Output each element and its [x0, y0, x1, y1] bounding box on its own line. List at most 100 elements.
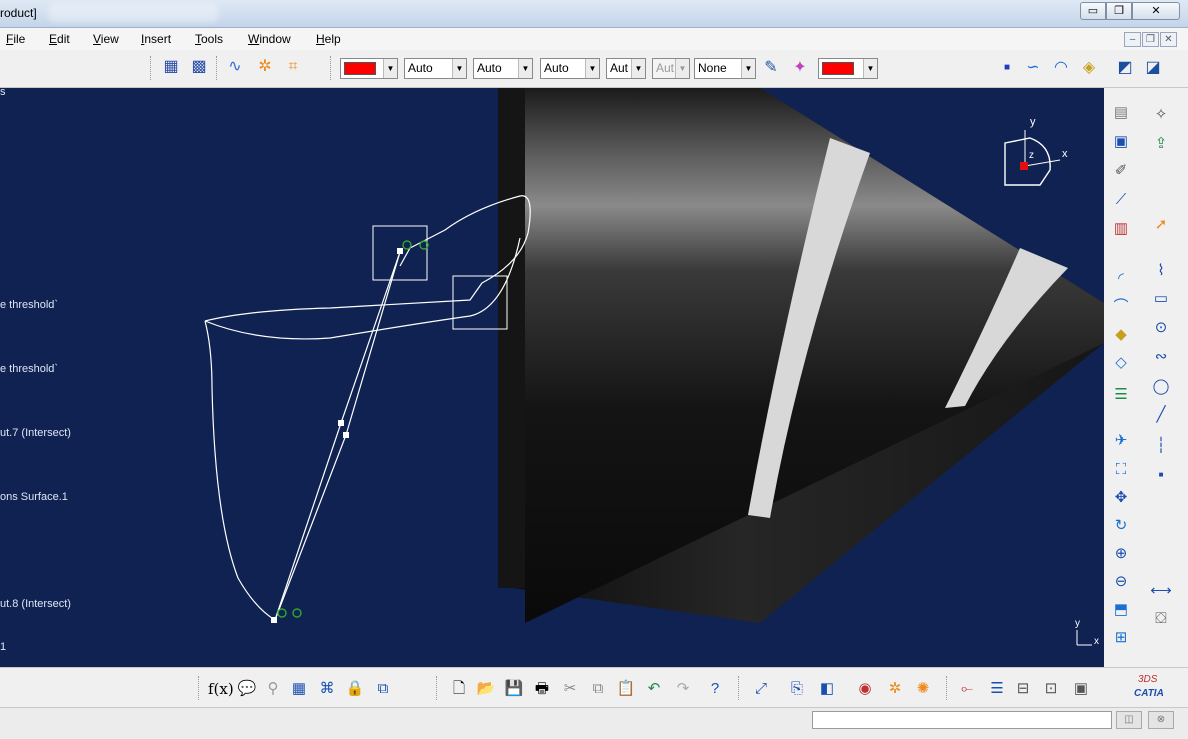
dimension-icon[interactable]: ⌗ — [282, 56, 304, 78]
trim-icon[interactable]: ⟋ — [1110, 189, 1132, 211]
analysis-icon[interactable]: ⛋ — [1150, 608, 1172, 630]
sketch-curves[interactable] — [204, 195, 531, 621]
zoom-out-icon[interactable]: ⊖ — [1110, 571, 1132, 593]
surface-icon[interactable]: ◠ — [1050, 57, 1072, 79]
quick-select-icon[interactable]: ✺ — [912, 678, 934, 700]
tree-label[interactable]: ons Surface.1 — [0, 491, 68, 503]
fit-all-icon[interactable]: ⛶ — [1110, 459, 1132, 481]
maximize-button[interactable]: ❐ — [1106, 2, 1132, 20]
thickness-combo[interactable]: Auto ▼ — [473, 58, 533, 79]
knowledge-icon[interactable]: ⧉ — [372, 678, 394, 700]
sketch-lock-icon[interactable]: 🔒 — [344, 678, 366, 700]
pan-icon[interactable]: ✥ — [1110, 487, 1132, 509]
comment-icon[interactable]: 💬 — [236, 678, 258, 700]
3d-viewport[interactable]: s e threshold` e threshold` ut.7 (Inters… — [0, 88, 1104, 667]
tree-label[interactable]: s — [0, 88, 6, 98]
tree-label[interactable]: ut.7 (Intersect) — [0, 427, 71, 439]
undo-icon[interactable]: ↶ — [643, 678, 665, 700]
minimize-button[interactable]: ▭ — [1080, 2, 1106, 20]
measure-icon[interactable]: ☰ — [1110, 384, 1132, 406]
fly-mode-icon[interactable]: ✈ — [1110, 430, 1132, 452]
sketch-analysis-icon[interactable]: ∿ — [224, 56, 246, 78]
toolbar-grip[interactable] — [216, 56, 219, 80]
status-toggle-button[interactable]: ◫ — [1116, 711, 1142, 729]
status-cancel-button[interactable]: ⊗ — [1148, 711, 1174, 729]
toolbar-grip[interactable] — [738, 676, 741, 700]
chamfer-icon[interactable]: ▥ — [1110, 218, 1132, 240]
toolbar-grip[interactable] — [150, 56, 153, 80]
circle-icon[interactable]: ⊙ — [1150, 317, 1172, 339]
tree-label[interactable]: 1 — [0, 641, 6, 653]
control-point[interactable] — [343, 432, 349, 438]
grid-icon[interactable]: ▦ — [160, 56, 182, 78]
zoom-in-icon[interactable]: ⊕ — [1110, 543, 1132, 565]
transform-icon[interactable]: ◆ — [1110, 324, 1132, 346]
point-combo[interactable]: Aut ▼ — [606, 58, 646, 79]
multi-view-icon[interactable]: ◩ — [1114, 57, 1136, 79]
toolbar-grip[interactable] — [330, 56, 333, 80]
transparency-combo[interactable]: Aut ▼ — [652, 58, 690, 79]
paste-icon[interactable]: 📋 — [615, 678, 637, 700]
lock-icon[interactable]: ⚲ — [262, 678, 284, 700]
hide-show-icon[interactable]: ◉ — [854, 678, 876, 700]
linetype2-combo[interactable]: Auto ▼ — [540, 58, 600, 79]
copy-icon[interactable]: ⧉ — [587, 678, 609, 700]
tree-label[interactable]: ut.8 (Intersect) — [0, 598, 71, 610]
spline-icon[interactable]: ∽ — [1022, 57, 1044, 79]
menu-file[interactable]: File — [6, 32, 25, 46]
color-combo[interactable]: ▼ — [340, 58, 398, 79]
snap-grid-icon[interactable]: ▩ — [188, 56, 210, 78]
spec-tree-icon[interactable]: ☰ — [986, 678, 1008, 700]
viewport-canvas[interactable] — [0, 88, 1104, 667]
measure-icon[interactable]: ▣ — [1070, 678, 1092, 700]
redo-icon[interactable]: ↷ — [672, 678, 694, 700]
control-point[interactable] — [271, 617, 277, 623]
menu-tools[interactable]: Tools — [195, 32, 223, 46]
control-point[interactable] — [397, 248, 403, 254]
mdi-close-button[interactable]: ✕ — [1160, 32, 1177, 47]
exit-workbench-icon[interactable]: ✧ — [1150, 104, 1172, 126]
toolbar-grip[interactable] — [946, 676, 949, 700]
menu-help[interactable]: Help — [316, 32, 341, 46]
view-mode-icon[interactable]: ⎘ — [786, 678, 808, 700]
mdi-minimize-button[interactable]: – — [1124, 32, 1141, 47]
line-icon[interactable]: ╱ — [1150, 404, 1172, 426]
select-icon[interactable]: ⇪ — [1150, 133, 1172, 155]
save-icon[interactable]: 💾 — [503, 678, 525, 700]
menu-insert[interactable]: Insert — [141, 32, 171, 46]
measure-icon[interactable]: ⟷ — [1150, 580, 1172, 602]
tree-label[interactable]: e threshold` — [0, 363, 58, 375]
project-icon[interactable]: ◇ — [1110, 352, 1132, 374]
linetype-combo[interactable]: Auto ▼ — [404, 58, 467, 79]
point-icon[interactable]: ■ — [1150, 464, 1172, 486]
format-painter-icon[interactable]: ✦ — [789, 57, 811, 79]
cut-icon[interactable]: ✂ — [559, 678, 581, 700]
rectangle-icon[interactable]: ▭ — [1150, 288, 1172, 310]
mdi-restore-button[interactable]: ❐ — [1142, 32, 1159, 47]
fly-mode-icon[interactable]: ⤢ — [750, 678, 772, 700]
menu-edit[interactable]: Edit — [49, 32, 70, 46]
command-input[interactable] — [812, 711, 1112, 729]
multi-view-2-icon[interactable]: ◪ — [1142, 57, 1164, 79]
profile-icon[interactable]: ✐ — [1110, 160, 1132, 182]
swap-icon[interactable]: ✲ — [884, 678, 906, 700]
table-icon[interactable]: ▦ — [288, 678, 310, 700]
new-icon[interactable]: 🗋 — [448, 678, 470, 700]
control-point[interactable] — [338, 420, 344, 426]
tools-icon[interactable]: ⟜ — [956, 678, 978, 700]
paint-brush-icon[interactable]: ✎ — [760, 57, 782, 79]
normal-view-icon[interactable]: ⬒ — [1110, 599, 1132, 621]
ellipse-icon[interactable]: ◯ — [1150, 376, 1172, 398]
close-button[interactable]: ✕ — [1132, 2, 1180, 20]
print-icon[interactable]: 🖶 — [531, 678, 553, 700]
point-marker-icon[interactable]: ■ — [996, 57, 1018, 79]
cone-part[interactable] — [498, 88, 1104, 623]
formula-icon[interactable]: f(x) — [208, 678, 234, 700]
help-icon[interactable]: ? — [704, 678, 726, 700]
arc-icon[interactable]: ◜ — [1110, 268, 1132, 290]
multi-view-icon[interactable]: ⊞ — [1110, 627, 1132, 649]
tree-label[interactable]: e threshold` — [0, 299, 58, 311]
shading-icon[interactable]: ◧ — [816, 678, 838, 700]
open-icon[interactable]: 📂 — [475, 678, 497, 700]
toolbar-grip[interactable] — [198, 676, 201, 700]
